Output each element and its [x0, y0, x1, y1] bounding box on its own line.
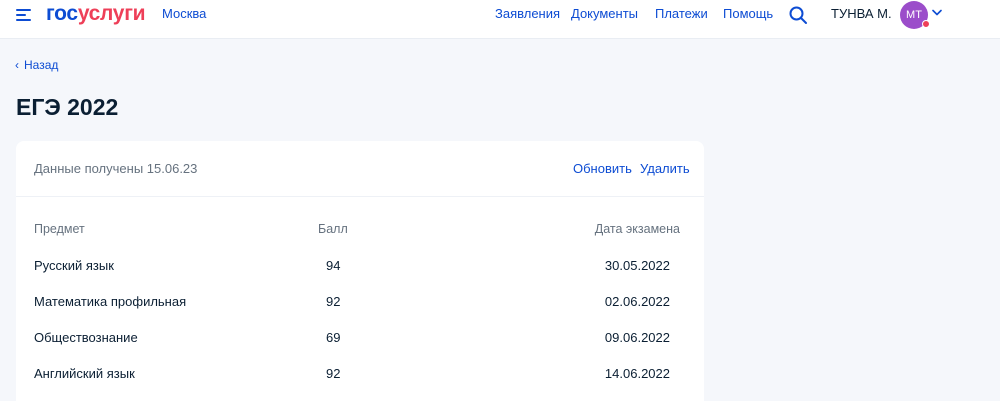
logo-text-uslugi: услуги	[77, 2, 146, 25]
column-header-score: Балл	[318, 222, 348, 236]
logo-text-gos: гос	[46, 2, 78, 25]
notification-dot	[922, 20, 930, 28]
city-selector[interactable]: Москва	[162, 6, 206, 21]
date-cell: 14.06.2022	[604, 366, 670, 381]
column-header-subject: Предмет	[34, 222, 85, 236]
score-cell: 92	[326, 366, 341, 381]
date-cell: 02.06.2022	[604, 294, 670, 309]
back-label: Назад	[24, 58, 59, 72]
nav-help[interactable]: Помощь	[723, 6, 773, 21]
chevron-down-icon[interactable]	[932, 9, 942, 17]
menu-icon[interactable]	[16, 8, 33, 22]
subject-cell: Русский язык	[34, 258, 114, 273]
subject-cell: Обществознание	[34, 330, 138, 345]
gosuslugi-logo[interactable]: госуслуги	[46, 2, 146, 26]
subject-cell: Математика профильная	[34, 294, 187, 309]
score-cell: 94	[326, 258, 341, 273]
received-date: Данные получены 15.06.23	[34, 161, 198, 176]
nav-applications[interactable]: Заявления	[495, 6, 560, 21]
nav-documents[interactable]: Документы	[571, 6, 638, 21]
divider	[16, 196, 704, 197]
user-name[interactable]: ТУНВА М.	[831, 6, 892, 21]
subject-cell: Английский язык	[34, 366, 135, 381]
chevron-left-icon: ‹	[15, 58, 19, 72]
nav-payments[interactable]: Платежи	[655, 6, 708, 21]
date-cell: 09.06.2022	[604, 330, 670, 345]
score-cell: 69	[326, 330, 341, 345]
back-link[interactable]: ‹ Назад	[15, 58, 58, 72]
page-title: ЕГЭ 2022	[16, 94, 119, 120]
column-header-date: Дата экзамена	[594, 222, 680, 236]
top-header: госуслуги Москва Заявления Документы Пла…	[0, 0, 1000, 38]
exam-results-card: Данные получены 15.06.23 Обновить Удалит…	[16, 141, 704, 401]
delete-button[interactable]: Удалить	[640, 161, 690, 176]
score-cell: 92	[326, 294, 341, 309]
refresh-button[interactable]: Обновить	[573, 161, 632, 176]
date-cell: 30.05.2022	[604, 258, 670, 273]
search-icon[interactable]	[788, 5, 808, 25]
